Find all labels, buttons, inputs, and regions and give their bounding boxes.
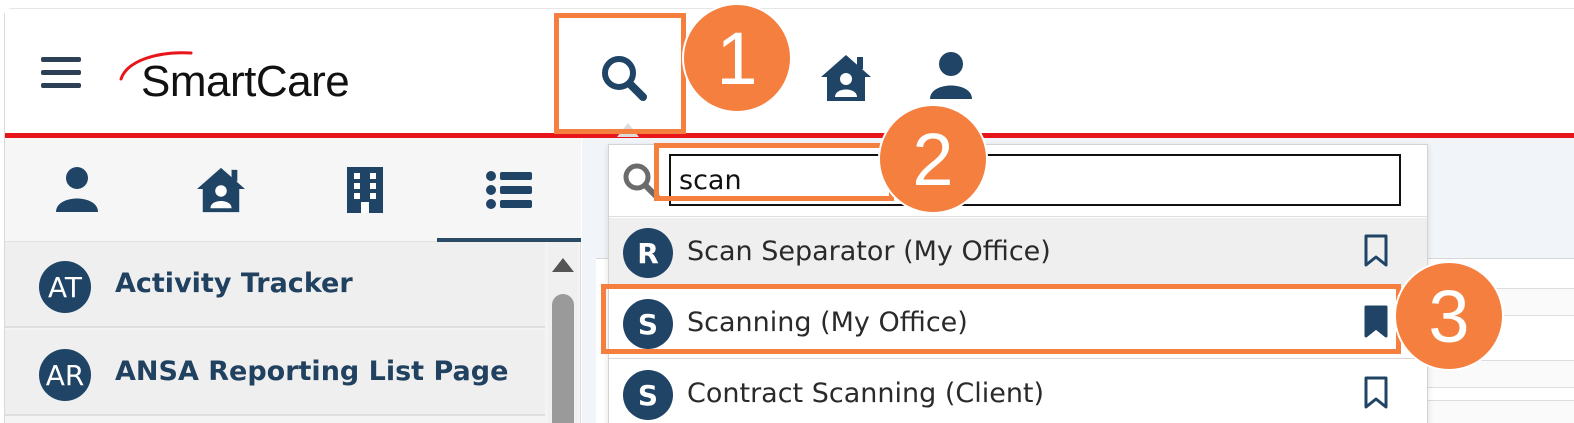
list-item-label: Activity Tracker [115, 268, 353, 299]
search-row [609, 145, 1427, 217]
person-icon [56, 167, 98, 212]
house-icon [197, 167, 245, 213]
result-type-badge: S [623, 370, 673, 420]
list-item[interactable]: AT Activity Tracker [5, 242, 545, 328]
callout-badge-2: 2 [878, 104, 988, 214]
list-icon [486, 171, 532, 209]
callout-badge-3: 3 [1394, 261, 1504, 371]
left-panel-tabs [5, 138, 581, 242]
left-panel: AT Activity Tracker AR ANSA Reporting Li… [5, 138, 581, 423]
hamburger-menu-icon[interactable] [41, 57, 81, 93]
avatar: AT [39, 261, 91, 313]
screen-list: AT Activity Tracker AR ANSA Reporting Li… [5, 242, 545, 423]
result-label: Contract Scanning (Client) [687, 378, 1045, 409]
search-result[interactable]: S Contract Scanning (Client) [609, 360, 1427, 423]
list-item[interactable]: AR ANSA Reporting List Page [5, 330, 545, 416]
avatar: AR [39, 349, 91, 401]
tab-home[interactable] [149, 138, 293, 242]
tab-organization[interactable] [293, 138, 437, 242]
bookmark-outline-icon[interactable] [1363, 234, 1389, 272]
list-scrollbar[interactable] [548, 242, 578, 423]
bookmark-outline-icon[interactable] [1363, 376, 1389, 414]
search-result[interactable]: S Scanning (My Office) [609, 289, 1427, 359]
home-icon[interactable] [819, 53, 873, 107]
scroll-thumb[interactable] [552, 294, 574, 423]
search-result[interactable]: R Scan Separator (My Office) [609, 218, 1427, 288]
smartcare-logo: SmartCare [117, 47, 387, 107]
result-label: Scan Separator (My Office) [687, 236, 1051, 267]
tab-client[interactable] [5, 138, 149, 242]
search-icon [621, 161, 661, 205]
tab-list[interactable] [437, 138, 581, 242]
building-icon [347, 167, 383, 213]
content-field [1412, 400, 1574, 423]
bookmark-filled-icon[interactable] [1363, 305, 1389, 343]
list-item-label: ANSA Reporting List Page [115, 356, 509, 387]
scroll-up-arrow-icon[interactable] [552, 258, 574, 272]
result-label: Scanning (My Office) [687, 307, 968, 338]
search-icon[interactable] [599, 53, 649, 107]
search-dropdown: R Scan Separator (My Office) S Scanning … [608, 144, 1428, 423]
result-type-badge: S [623, 299, 673, 349]
logo-text: SmartCare [141, 57, 350, 106]
result-type-badge: R [623, 228, 673, 278]
user-icon[interactable] [929, 51, 973, 105]
search-input[interactable] [669, 154, 1401, 206]
dropdown-caret [617, 123, 639, 137]
callout-badge-1: 1 [682, 3, 792, 113]
